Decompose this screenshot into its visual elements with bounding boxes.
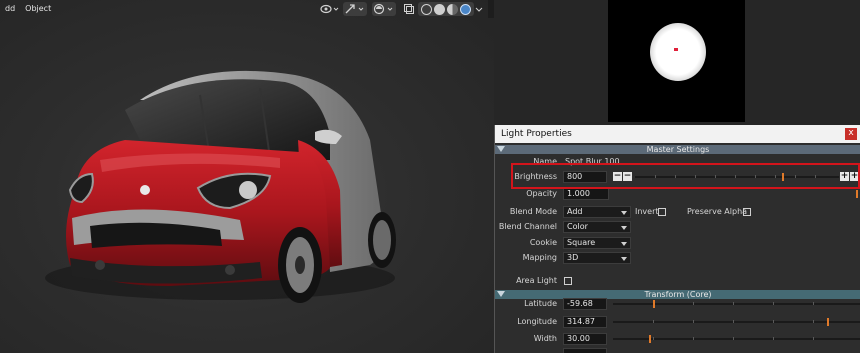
opacity-label: Opacity <box>526 189 557 198</box>
longitude-slider[interactable] <box>613 318 860 326</box>
next-row-partial <box>495 347 860 353</box>
blend-mode-row: Blend Mode Add Invert Preserve Alpha <box>495 205 860 219</box>
slider-tick <box>733 320 734 323</box>
longitude-row: Longitude 314.87 <box>495 315 860 329</box>
mapping-label: Mapping <box>522 253 557 262</box>
app-root: dd Object Light Properties x Master Sett… <box>0 0 860 353</box>
blend-mode-value: Add <box>567 207 583 216</box>
light-properties-dialog: Light Properties x Master Settings Name … <box>494 125 860 353</box>
dialog-title: Light Properties <box>501 129 572 139</box>
slider-tick <box>773 302 774 305</box>
slider-tick <box>693 302 694 305</box>
slider-tick <box>693 337 694 340</box>
slider-tick <box>733 302 734 305</box>
blend-channel-select[interactable]: Color <box>563 221 631 233</box>
opacity-input[interactable]: 1.000 <box>563 188 609 200</box>
solid-shading-icon[interactable] <box>434 3 445 15</box>
shading-options-icon[interactable] <box>474 2 484 16</box>
cookie-row: Cookie Square <box>495 236 860 250</box>
width-row: Width 30.00 <box>495 332 860 346</box>
rendered-shading-icon[interactable] <box>460 3 471 15</box>
slider-tick <box>813 337 814 340</box>
spot-light-glow <box>650 23 706 81</box>
overlay-icon[interactable] <box>372 2 396 16</box>
slider-tick <box>813 320 814 323</box>
preserve-alpha-checkbox[interactable] <box>743 208 751 216</box>
cookie-select[interactable]: Square <box>563 237 631 249</box>
blend-channel-value: Color <box>567 222 588 231</box>
cookie-value: Square <box>567 238 596 247</box>
width-input[interactable]: 30.00 <box>563 333 607 345</box>
area-light-label: Area Light <box>516 276 557 285</box>
shading-mode-group <box>418 2 474 16</box>
dialog-titlebar[interactable]: Light Properties x <box>495 125 860 143</box>
latitude-slider[interactable] <box>613 300 860 308</box>
car-model <box>45 70 396 303</box>
latitude-label: Latitude <box>524 299 557 308</box>
blend-channel-label: Blend Channel <box>498 222 557 231</box>
cookie-label: Cookie <box>529 238 557 247</box>
master-settings-label: Master Settings <box>646 145 710 154</box>
xray-icon[interactable] <box>402 2 416 16</box>
latitude-slider-knob[interactable] <box>653 300 655 308</box>
blend-channel-row: Blend Channel Color <box>495 220 860 234</box>
blend-mode-label: Blend Mode <box>509 207 557 216</box>
slider-tick <box>813 302 814 305</box>
menu-object[interactable]: Object <box>20 0 56 18</box>
slider-tick <box>773 320 774 323</box>
slider-tick <box>653 320 654 323</box>
opacity-slider-knob[interactable] <box>856 190 858 198</box>
brightness-highlight-box <box>511 163 860 189</box>
width-label: Width <box>533 334 557 343</box>
latitude-row: Latitude -59.68 <box>495 297 860 311</box>
slider-tick <box>653 337 654 340</box>
opacity-row: Opacity 1.000 <box>495 187 860 201</box>
longitude-slider-knob[interactable] <box>827 318 829 326</box>
wireframe-shading-icon[interactable] <box>421 3 432 15</box>
slider-tick <box>773 337 774 340</box>
slider-tick <box>733 337 734 340</box>
width-slider[interactable] <box>613 335 860 343</box>
mapping-value: 3D <box>567 253 579 262</box>
menu-add[interactable]: dd <box>0 0 20 18</box>
invert-checkbox[interactable] <box>658 208 666 216</box>
invert-label: Invert <box>635 207 659 216</box>
dropdown-arrow-icon <box>621 211 627 215</box>
mapping-row: Mapping 3D <box>495 251 860 265</box>
partial-input[interactable] <box>563 348 607 353</box>
light-preview <box>608 0 745 122</box>
dropdown-arrow-icon <box>621 257 627 261</box>
longitude-input[interactable]: 314.87 <box>563 316 607 328</box>
preserve-alpha-label: Preserve Alpha <box>687 207 748 216</box>
dropdown-arrow-icon <box>621 242 627 246</box>
width-slider-knob[interactable] <box>649 335 651 343</box>
blend-mode-select[interactable]: Add <box>563 206 631 218</box>
area-light-checkbox[interactable] <box>564 277 572 285</box>
3d-viewport[interactable]: dd Object <box>0 0 494 353</box>
view-object-types-icon[interactable] <box>318 2 340 16</box>
area-light-row: Area Light <box>495 274 860 288</box>
material-shading-icon[interactable] <box>447 3 458 15</box>
gizmo-icon[interactable] <box>343 2 367 16</box>
collapse-arrow-icon <box>497 146 505 152</box>
master-settings-header[interactable]: Master Settings <box>495 145 860 154</box>
dropdown-arrow-icon <box>621 226 627 230</box>
mapping-select[interactable]: 3D <box>563 252 631 264</box>
slider-tick <box>693 320 694 323</box>
light-center-marker <box>674 48 678 51</box>
close-button[interactable]: x <box>845 128 857 140</box>
latitude-input[interactable]: -59.68 <box>563 298 607 310</box>
longitude-label: Longitude <box>517 317 557 326</box>
